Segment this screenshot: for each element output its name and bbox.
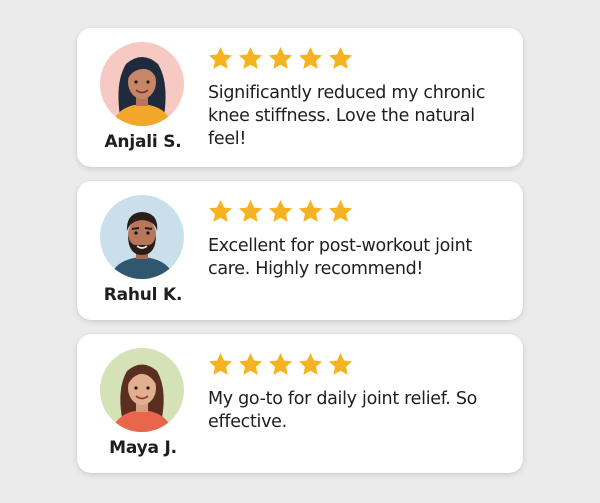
star-icon: [268, 47, 293, 69]
star-icon: [268, 200, 293, 222]
review-text: Significantly reduced my chronic knee st…: [208, 83, 486, 149]
woman-avatar-icon: [100, 348, 184, 432]
review-text: My go-to for daily joint relief. So effe…: [208, 389, 478, 432]
review-text: Excellent for post-workout joint care. H…: [208, 236, 472, 279]
woman-avatar-icon: [100, 42, 184, 126]
testimonial-card: Rahul K. Excellent for post-workout join…: [77, 181, 523, 320]
reviewer-name: Anjali S.: [104, 132, 182, 152]
reviewer-name: Maya J.: [109, 438, 177, 458]
star-icon: [298, 47, 323, 69]
testimonial-card: Maya J. My go-to for daily joint relief.…: [77, 334, 523, 473]
star-rating: [207, 351, 354, 379]
star-icon: [328, 47, 353, 69]
star-icon: [328, 200, 353, 222]
star-icon: [238, 353, 263, 375]
testimonial-card: Anjali S. Significantly reduced my chron…: [77, 28, 523, 167]
star-icon: [238, 47, 263, 69]
star-icon: [238, 200, 263, 222]
star-rating: [207, 198, 354, 226]
reviewer-name: Rahul K.: [103, 285, 183, 305]
star-icon: [328, 353, 353, 375]
star-icon: [268, 353, 293, 375]
bearded-man-avatar-icon: [100, 195, 184, 279]
star-icon: [208, 200, 233, 222]
star-icon: [208, 353, 233, 375]
star-icon: [208, 47, 233, 69]
star-icon: [298, 200, 323, 222]
star-icon: [298, 353, 323, 375]
star-rating: [207, 45, 354, 73]
